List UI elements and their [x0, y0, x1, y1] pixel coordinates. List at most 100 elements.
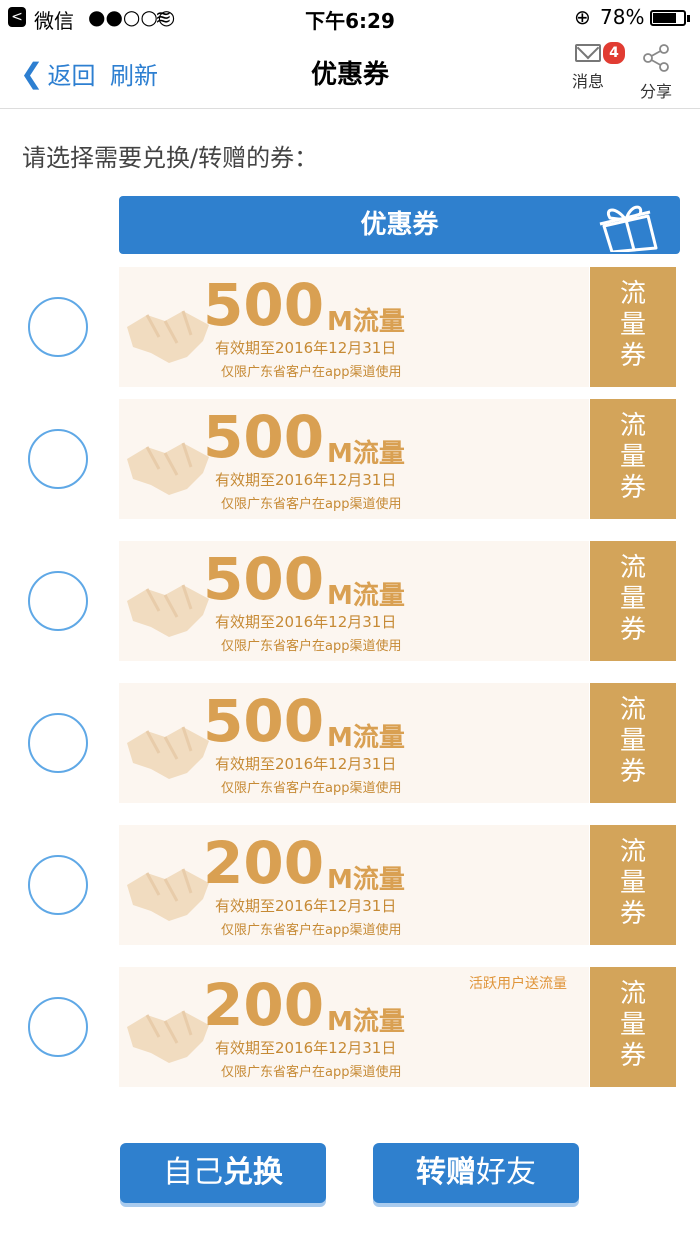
- coupon-row[interactable]: 500 M流量 有效期至2016年12月31日 仅限广东省客户在app渠道使用流量券: [0, 399, 700, 519]
- coupon-promo-tag: 活跃用户送流量: [469, 976, 567, 992]
- coupon-region-note: 仅限广东省客户在app渠道使用: [221, 639, 402, 654]
- rotation-lock-icon: ⊕: [574, 5, 591, 29]
- gift-icon: [599, 205, 658, 252]
- coupon-section-header: 优惠券: [119, 196, 680, 254]
- coupon-region-note: 仅限广东省客户在app渠道使用: [221, 1065, 402, 1080]
- coupon-region-note: 仅限广东省客户在app渠道使用: [221, 781, 402, 796]
- stub-char: 券: [619, 615, 646, 645]
- coupon-unit: M流量: [327, 1007, 405, 1037]
- coupon-validity: 有效期至2016年12月31日: [215, 1039, 397, 1057]
- stub-char: 量: [619, 868, 646, 898]
- status-bar: < 微信 ●●○○○ ≋ 下午6:29 ⊕ 78%: [0, 0, 700, 36]
- coupon-region-note: 仅限广东省客户在app渠道使用: [221, 365, 402, 380]
- coupon-unit: M流量: [327, 865, 405, 895]
- coupon-amount: 500: [203, 545, 325, 613]
- stub-char: 流: [619, 411, 646, 441]
- coupon-amount: 200: [203, 971, 325, 1039]
- stub-char: 券: [619, 1041, 646, 1071]
- coupon-validity: 有效期至2016年12月31日: [215, 471, 397, 489]
- stub-char: 量: [619, 1010, 646, 1040]
- coupon-card[interactable]: 500 M流量有效期至2016年12月31日仅限广东省客户在app渠道使用: [119, 399, 589, 519]
- redeem-self-light: 自己: [163, 1155, 223, 1190]
- coupon-card[interactable]: 200 M流量有效期至2016年12月31日仅限广东省客户在app渠道使用: [119, 825, 589, 945]
- stub-char: 量: [619, 310, 646, 340]
- coupon-stub: 流量券: [590, 967, 676, 1087]
- coupon-amount: 500: [203, 403, 325, 471]
- battery-icon: [650, 10, 686, 26]
- envelope-icon: 4: [575, 40, 627, 66]
- messages-label: 消息: [571, 72, 604, 91]
- coupon-select-radio[interactable]: [28, 855, 88, 915]
- coupon-stub: 流量券: [590, 683, 676, 803]
- coupon-row[interactable]: 200 M流量有效期至2016年12月31日仅限广东省客户在app渠道使用 活跃用户…: [0, 967, 700, 1087]
- nav-bar: ❮ 返回 刷新 优惠券 4 消息 分享: [0, 36, 700, 109]
- stub-perforation: [675, 825, 681, 945]
- handshake-icon: [127, 726, 209, 779]
- handshake-icon: [127, 310, 209, 363]
- coupon-region-note: 仅限广东省客户在app渠道使用: [221, 497, 402, 512]
- coupon-select-radio[interactable]: [28, 997, 88, 1057]
- coupon-select-radio[interactable]: [28, 429, 88, 489]
- stub-char: 券: [619, 757, 646, 787]
- redeem-self-bold: 兑换: [223, 1155, 283, 1190]
- coupon-stub: 流量券: [590, 267, 676, 387]
- coupon-section-title: 优惠券: [360, 210, 439, 240]
- stub-perforation: [675, 967, 681, 1087]
- coupon-card[interactable]: 500 M流量 有效期至2016年12月31日 仅限广东省客户在app渠道使用: [119, 267, 589, 387]
- message-badge: 4: [601, 40, 627, 66]
- coupon-unit: M流量: [327, 581, 405, 611]
- coupon-validity: 有效期至2016年12月31日: [215, 755, 397, 773]
- coupon-validity: 有效期至2016年12月31日: [215, 613, 397, 631]
- gift-friend-button[interactable]: 转赠好友: [373, 1143, 579, 1203]
- handshake-icon: [127, 584, 209, 637]
- share-button[interactable]: 分享: [633, 44, 679, 102]
- coupon-select-radio[interactable]: [28, 713, 88, 773]
- selection-prompt: 请选择需要兑换/转赠的券：: [22, 144, 319, 172]
- coupon-region-note: 仅限广东省客户在app渠道使用: [221, 923, 402, 938]
- stub-char: 流: [619, 837, 646, 867]
- coupon-select-radio[interactable]: [28, 571, 88, 631]
- gift-friend-light: 好友: [476, 1155, 536, 1190]
- stub-perforation: [675, 683, 681, 803]
- messages-button[interactable]: 4 消息: [565, 40, 627, 92]
- coupon-stub: 流量券: [590, 825, 676, 945]
- coupon-row[interactable]: 500 M流量 有效期至2016年12月31日 仅限广东省客户在app渠道使用流量券: [0, 683, 700, 803]
- stub-perforation: [675, 541, 681, 661]
- status-time: 下午6:29: [305, 9, 395, 33]
- coupon-row[interactable]: 200 M流量 有效期至2016年12月31日 仅限广东省客户在app渠道使用流量券: [0, 825, 700, 945]
- battery-cap: [687, 15, 690, 22]
- coupon-amount: 500: [203, 687, 325, 755]
- coupon-amount: 200: [203, 829, 325, 897]
- stub-char: 流: [619, 695, 646, 725]
- handshake-icon: [127, 1010, 209, 1063]
- stub-char: 流: [619, 553, 646, 583]
- coupon-validity: 有效期至2016年12月31日: [215, 339, 397, 357]
- handshake-icon: [127, 868, 209, 921]
- coupon-card[interactable]: 200 M流量有效期至2016年12月31日仅限广东省客户在app渠道使用 活跃用户…: [119, 967, 589, 1087]
- stub-char: 券: [619, 473, 646, 503]
- share-label: 分享: [639, 82, 672, 101]
- stub-char: 量: [619, 726, 646, 756]
- coupon-card[interactable]: 500 M流量有效期至2016年12月31日仅限广东省客户在app渠道使用: [119, 541, 589, 661]
- battery-percent: 78%: [600, 5, 645, 29]
- stub-char: 流: [619, 979, 646, 1009]
- coupon-unit: M流量: [327, 723, 405, 753]
- stub-perforation: [675, 399, 681, 519]
- coupon-unit: M流量: [327, 439, 405, 469]
- stub-char: 量: [619, 442, 646, 472]
- coupon-unit: M流量: [327, 307, 405, 337]
- coupon-row[interactable]: 500 M流量 有效期至2016年12月31日 仅限广东省客户在app渠道使用流量券: [0, 267, 700, 387]
- gift-friend-bold: 转赠: [416, 1155, 476, 1190]
- stub-char: 量: [619, 584, 646, 614]
- stub-char: 流: [619, 279, 646, 309]
- coupon-row[interactable]: 500 M流量 有效期至2016年12月31日 仅限广东省客户在app渠道使用流量券: [0, 541, 700, 661]
- coupon-validity: 有效期至2016年12月31日: [215, 897, 397, 915]
- coupon-stub: 流量券: [590, 541, 676, 661]
- coupon-card[interactable]: 500 M流量有效期至2016年12月31日仅限广东省客户在app渠道使用: [119, 683, 589, 803]
- redeem-self-button[interactable]: 自己兑换: [120, 1143, 326, 1203]
- stub-perforation: [675, 267, 681, 387]
- handshake-icon: [127, 442, 209, 495]
- coupon-stub: 流量券: [590, 399, 676, 519]
- share-icon: [643, 44, 669, 72]
- coupon-select-radio[interactable]: [28, 297, 88, 357]
